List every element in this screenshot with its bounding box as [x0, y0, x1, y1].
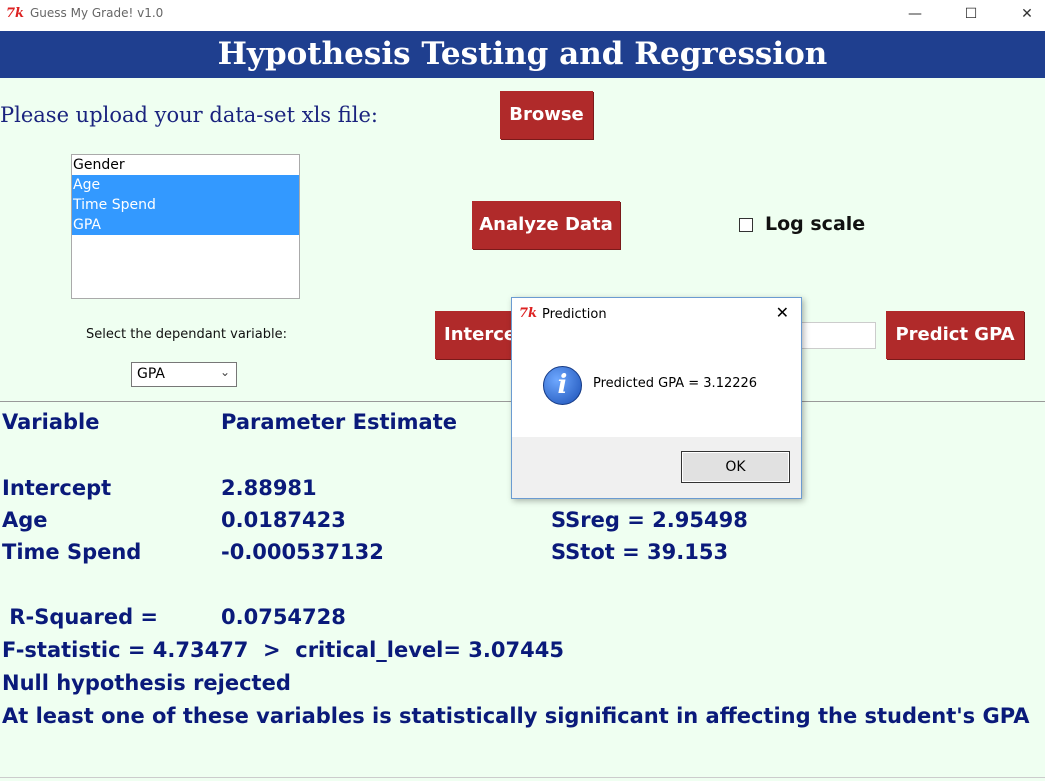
null-hypothesis-text: Null hypothesis rejected — [2, 671, 291, 695]
dialog-body: i Predicted GPA = 3.12226 — [512, 330, 801, 437]
tk-logo-icon: 7k — [6, 6, 25, 21]
ok-button[interactable]: OK — [681, 451, 790, 483]
r-squared-label: R-Squared = — [2, 605, 159, 629]
result-estimate: 2.88981 — [221, 476, 317, 500]
info-icon: i — [543, 366, 582, 405]
r-squared-value: 0.0754728 — [221, 605, 346, 629]
f-statistic-text: F-statistic = 4.73477 > critical_level= … — [2, 638, 564, 662]
result-estimate: 0.0187423 — [221, 508, 346, 532]
dialog-close-icon[interactable]: ✕ — [776, 303, 789, 322]
list-item-age[interactable]: Age — [72, 175, 299, 195]
window-title: Guess My Grade! v1.0 — [30, 6, 164, 20]
dependent-variable-select[interactable]: GPA ⌄ — [131, 362, 237, 387]
result-variable: Intercept — [2, 476, 112, 500]
log-scale-checkbox[interactable] — [739, 218, 753, 232]
minimize-button[interactable]: — — [892, 2, 938, 28]
chevron-down-icon: ⌄ — [219, 365, 230, 379]
results-header-variable: Variable — [2, 410, 100, 434]
upload-label: Please upload your data-set xls file: — [0, 103, 378, 127]
dialog-title: Prediction — [542, 307, 607, 322]
maximize-button[interactable]: ☐ — [948, 2, 994, 28]
sstot-value: SStot = 39.153 — [551, 540, 729, 564]
browse-button[interactable]: Browse — [500, 91, 593, 139]
window-titlebar: 7k Guess My Grade! v1.0 — ☐ ✕ — [0, 0, 1045, 31]
result-variable: Age — [2, 508, 48, 532]
dependent-variable-value: GPA — [137, 366, 165, 382]
analyze-data-button[interactable]: Analyze Data — [472, 201, 620, 249]
dialog-message: Predicted GPA = 3.12226 — [593, 376, 758, 391]
list-item-time-spend[interactable]: Time Spend — [72, 195, 299, 215]
app-banner-title: Hypothesis Testing and Regression — [0, 31, 1045, 78]
list-item-gender[interactable]: Gender — [72, 155, 299, 175]
bottom-border — [0, 777, 1045, 778]
list-item-gpa[interactable]: GPA — [72, 215, 299, 235]
prediction-input[interactable] — [797, 322, 876, 349]
tk-logo-icon: 7k — [519, 306, 538, 321]
predict-gpa-button[interactable]: Predict GPA — [886, 311, 1024, 359]
variables-listbox[interactable]: Gender Age Time Spend GPA — [71, 154, 300, 299]
dialog-titlebar: 7k Prediction ✕ — [512, 298, 801, 330]
log-scale-label[interactable]: Log scale — [765, 213, 865, 235]
result-estimate: -0.000537132 — [221, 540, 384, 564]
results-header-estimate: Parameter Estimate — [221, 410, 458, 434]
dependent-variable-label: Select the dependant variable: — [86, 327, 287, 342]
conclusion-text: At least one of these variables is stati… — [2, 704, 1030, 728]
ssreg-value: SSreg = 2.95498 — [551, 508, 748, 532]
prediction-dialog: 7k Prediction ✕ i Predicted GPA = 3.1222… — [511, 297, 802, 499]
result-variable: Time Spend — [2, 540, 142, 564]
close-button[interactable]: ✕ — [1004, 2, 1045, 28]
